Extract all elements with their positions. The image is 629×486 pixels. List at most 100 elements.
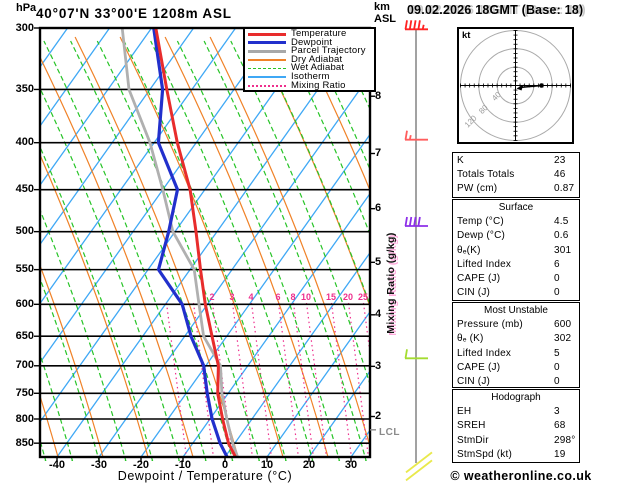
indices-row-value: 19 [554, 448, 566, 460]
indices-row-label: Lifted Index [457, 347, 512, 359]
indices-row: Pressure (mb) 600 [457, 318, 575, 332]
pressure-tick-label: 800 [15, 412, 34, 425]
indices-section-title: Most Unstable [484, 305, 548, 316]
indices-row-value: 301 [554, 244, 572, 256]
indices-row: CAPE (J) 0 [457, 272, 575, 286]
indices-row-value: 3 [554, 406, 560, 418]
indices-row-label: θₑ(K) [457, 244, 481, 256]
indices-section: Most Unstable Pressure (mb) 600 θₑ (K) 302 Li… [452, 302, 580, 388]
indices-row: Dewp (°C) 0.6 [457, 229, 575, 243]
indices-row-label: StmDir [457, 434, 489, 446]
indices-section: K 23 Totals Totals 46 PW (cm) 0.87 [452, 152, 580, 198]
pressure-tick-label: 550 [15, 263, 34, 276]
indices-row-label: Totals Totals [457, 169, 515, 181]
indices-row-value: 5 [554, 347, 560, 359]
indices-row-value: 0.87 [554, 183, 575, 195]
legend-line-sample [248, 68, 286, 70]
pressure-tick-label: 850 [15, 436, 34, 449]
indices-row-value: 46 [554, 169, 566, 181]
x-axis-label: Dewpoint / Temperature (°C) [117, 469, 293, 483]
legend-line-sample [248, 41, 286, 45]
altitude-unit-km: km [374, 1, 390, 13]
legend: Temperature Dewpoint Parcel Trajectory Dry … [243, 27, 376, 93]
indices-row-value: 0 [554, 361, 560, 373]
indices-row: CIN (J) 0 [457, 286, 575, 300]
pressure-tick-label: 600 [15, 297, 34, 310]
altitude-tick-label: 7 [375, 146, 382, 159]
altitude-tick-label: 4 [375, 308, 382, 321]
mixing-ratio-value-label: 2 [209, 292, 215, 302]
indices-row: CIN (J) 0 [457, 375, 575, 389]
legend-item: Mixing Ratio [248, 79, 374, 91]
indices-section-title: Hodograph [491, 392, 541, 403]
pressure-tick-label: 750 [15, 386, 34, 399]
indices-row-value: 6 [554, 258, 560, 270]
legend-item-label: Mixing Ratio [291, 79, 346, 91]
indices-row-label: SREH [457, 420, 486, 432]
indices-row-value: 68 [554, 420, 566, 432]
indices-row-label: StmSpd (kt) [457, 448, 512, 460]
indices-row-label: Lifted Index [457, 258, 512, 270]
indices-row-value: 0 [554, 375, 560, 387]
page-title: 40°07'N 33°00'E 1208m ASL [36, 6, 232, 21]
indices-row: K 23 [457, 154, 575, 168]
indices-row: PW (cm) 0.87 [457, 182, 575, 196]
legend-line-sample [248, 76, 286, 79]
indices-row: θₑ(K) 301 [457, 244, 575, 258]
hodograph-unit-label: kt [462, 30, 471, 41]
mixing-ratio-value-label: 3 [229, 292, 235, 302]
indices-row-label: EH [457, 406, 472, 418]
indices-row: StmSpd (kt) 19 [457, 448, 575, 462]
indices-row: θₑ (K) 302 [457, 332, 575, 346]
indices-row: SREH 68 [457, 419, 575, 433]
indices-row-value: 0.6 [554, 230, 569, 242]
altitude-tick-label: 5 [375, 255, 382, 268]
indices-row-label: Dewp (°C) [457, 230, 506, 242]
pressure-tick-label: 450 [15, 183, 34, 196]
altitude-unit-asl: ASL [374, 13, 396, 25]
legend-line-sample [248, 32, 286, 36]
altitude-tick-label: 2 [375, 410, 382, 422]
indices-row: Temp (°C) 4.5 [457, 215, 575, 229]
indices-row-label: K [457, 155, 464, 166]
legend-line-sample [248, 59, 286, 61]
indices-section: Hodograph EH 3 SREH 68 StmDir 298° StmSpd (kt) 1… [452, 389, 580, 463]
indices-row-label: CIN (J) [457, 287, 491, 299]
pressure-tick-label: 500 [15, 225, 34, 238]
indices-row-value: 4.5 [554, 216, 569, 228]
indices-row-value: 302 [554, 333, 572, 345]
indices-row-label: CIN (J) [457, 375, 491, 387]
pressure-tick-label: 300 [15, 21, 34, 34]
datetime-label: 09.02.2026 18GMT (Base: 18) [407, 3, 584, 17]
credit-footer: © weatheronline.co.uk [450, 469, 592, 483]
indices-row-value: 600 [554, 319, 572, 331]
hodograph-plot [457, 27, 574, 144]
indices-row-label: CAPE (J) [457, 272, 501, 284]
pressure-tick-label: 650 [15, 329, 34, 342]
indices-row-value: 298° [554, 434, 576, 446]
indices-row: Lifted Index 5 [457, 347, 575, 361]
indices-row: Totals Totals 46 [457, 168, 575, 182]
altitude-tick-label: 8 [375, 89, 382, 102]
indices-row-label: Pressure (mb) [457, 319, 523, 331]
legend-line-sample [248, 84, 286, 87]
skewt-app: hPa 40°07'N 33°00'E 1208m ASL km ASL 09.… [0, 0, 629, 486]
lcl-label: LCL [379, 427, 400, 438]
indices-row-label: CAPE (J) [457, 361, 501, 373]
pressure-tick-label: 350 [15, 82, 34, 95]
wind-barb-column [404, 20, 433, 482]
altitude-tick-label: 3 [375, 359, 382, 372]
indices-row: EH 3 [457, 405, 575, 419]
indices-row-label: θₑ (K) [457, 333, 484, 345]
indices-row-value: 0 [554, 287, 560, 299]
mixing-ratio-value-label: 4 [248, 292, 254, 302]
mixing-ratio-axis-label: Mixing Ratio (g/kg) [385, 232, 397, 334]
indices-row: Lifted Index 6 [457, 258, 575, 272]
indices-row-label: Temp (°C) [457, 216, 504, 228]
mixing-ratio-value-label: 10 [300, 292, 311, 302]
indices-row: CAPE (J) 0 [457, 361, 575, 375]
legend-line-sample [248, 49, 286, 53]
pressure-tick-label: 400 [15, 136, 34, 149]
mixing-ratio-value-label: 25 [357, 292, 368, 302]
altitude-tick-label: 6 [375, 202, 382, 215]
